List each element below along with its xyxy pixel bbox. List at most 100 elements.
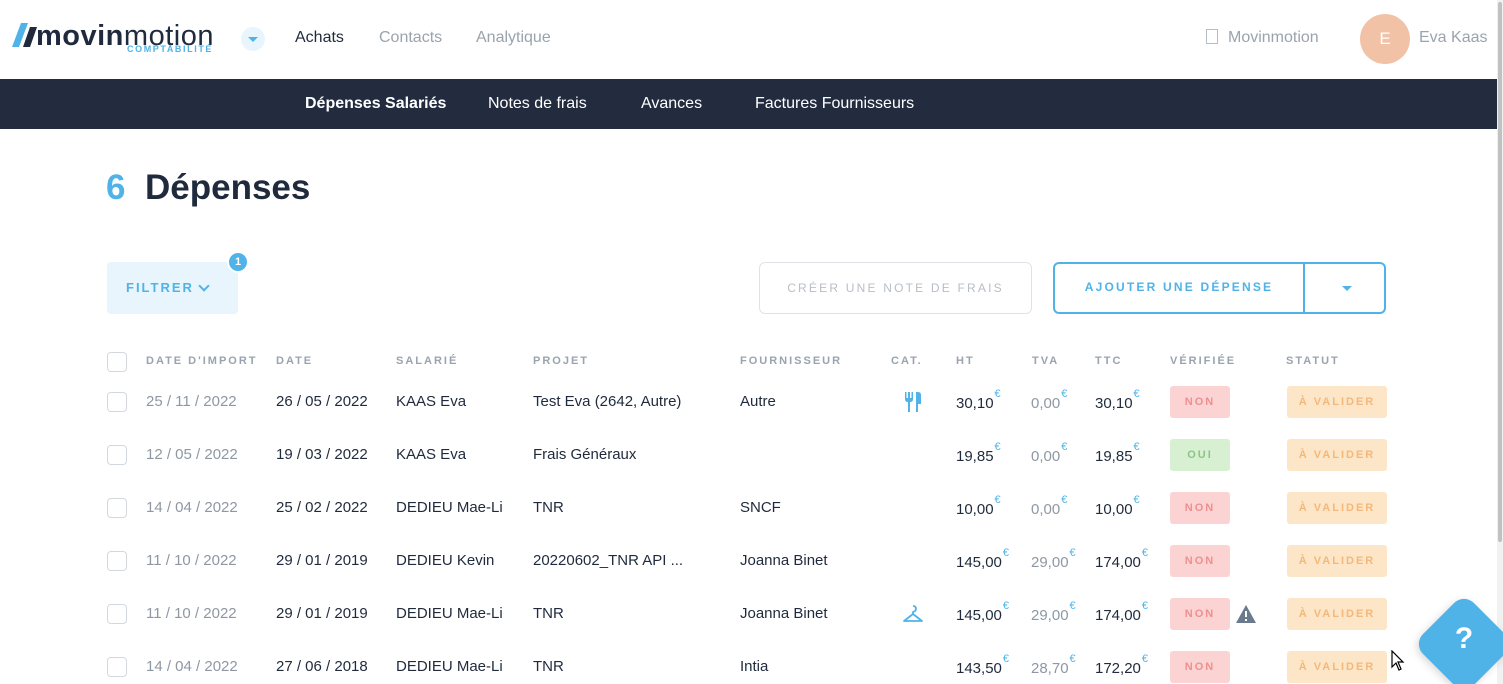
col-status[interactable]: STATUT	[1286, 355, 1340, 367]
project-cell: Frais Généraux	[533, 446, 637, 463]
filter-label: FILTRER	[126, 280, 194, 295]
button-divider	[1303, 264, 1305, 312]
verified-badge[interactable]: NON	[1170, 492, 1230, 524]
import-date-cell: 11 / 10 / 2022	[146, 552, 237, 569]
supplier-cell: Intia	[740, 658, 769, 675]
subnav-depenses-salaries[interactable]: Dépenses Salariés	[305, 95, 446, 113]
avatar[interactable]: E	[1360, 14, 1410, 64]
col-project[interactable]: PROJET	[533, 355, 589, 367]
logo-subtitle: COMPTABILITÉ	[127, 44, 214, 54]
ht-amount: 19,85€	[956, 441, 1001, 465]
status-badge[interactable]: À VALIDER	[1287, 598, 1387, 630]
add-expense-button[interactable]: AJOUTER UNE DÉPENSE	[1053, 262, 1386, 314]
fork-knife-icon	[905, 392, 921, 412]
col-supplier[interactable]: FOURNISSEUR	[740, 355, 842, 367]
create-expense-report-label: CRÉER UNE NOTE DE FRAIS	[787, 281, 1004, 295]
col-ttc[interactable]: TTC	[1095, 355, 1122, 367]
supplier-cell: SNCF	[740, 499, 781, 516]
company-name: Movinmotion	[1228, 29, 1319, 46]
tva-amount: 0,00€	[1031, 494, 1068, 518]
col-verified[interactable]: VÉRIFIÉE	[1170, 355, 1236, 367]
topnav-analytique[interactable]: Analytique	[476, 29, 551, 47]
ht-amount: 143,50€	[956, 653, 1010, 677]
hanger-icon	[903, 605, 923, 622]
ht-amount: 10,00€	[956, 494, 1001, 518]
employee-cell: KAAS Eva	[396, 446, 467, 463]
tva-amount: 29,00€	[1031, 600, 1076, 624]
filter-count-badge: 1	[227, 251, 249, 273]
col-category[interactable]: CAT.	[891, 355, 923, 367]
project-cell: 20220602_TNR API ...	[533, 552, 684, 569]
date-cell: 27 / 06 / 2018	[276, 658, 368, 675]
tva-amount: 29,00€	[1031, 547, 1076, 571]
ht-amount: 145,00€	[956, 547, 1010, 571]
subnav-notes-de-frais[interactable]: Notes de frais	[488, 95, 587, 113]
date-cell: 26 / 05 / 2022	[276, 393, 368, 410]
row-checkbox[interactable]	[107, 551, 127, 571]
verified-badge[interactable]: NON	[1170, 386, 1230, 418]
import-date-cell: 14 / 04 / 2022	[146, 499, 238, 516]
select-all-checkbox[interactable]	[107, 352, 127, 372]
verified-badge[interactable]: NON	[1170, 651, 1230, 683]
topnav-contacts[interactable]: Contacts	[379, 29, 442, 47]
status-badge[interactable]: À VALIDER	[1287, 386, 1387, 418]
scrollbar-thumb[interactable]	[1498, 2, 1502, 542]
topnav-achats[interactable]: Achats	[295, 29, 344, 47]
add-expense-label: AJOUTER UNE DÉPENSE	[1084, 280, 1274, 294]
supplier-cell: Joanna Binet	[740, 605, 828, 622]
building-icon	[1206, 29, 1218, 44]
logo[interactable]: movinmotion COMPTABILITÉ	[12, 20, 217, 58]
ttc-amount: 172,20€	[1095, 653, 1149, 677]
date-cell: 25 / 02 / 2022	[276, 499, 368, 516]
project-cell: TNR	[533, 605, 564, 622]
warning-icon[interactable]	[1235, 604, 1257, 624]
col-import-date[interactable]: DATE D'IMPORT	[146, 355, 258, 367]
create-expense-report-button[interactable]: CRÉER UNE NOTE DE FRAIS	[759, 262, 1032, 314]
import-date-cell: 14 / 04 / 2022	[146, 658, 238, 675]
ttc-amount: 10,00€	[1095, 494, 1140, 518]
col-employee[interactable]: SALARIÉ	[396, 355, 458, 367]
row-checkbox[interactable]	[107, 657, 127, 677]
verified-badge[interactable]: OUI	[1170, 439, 1230, 471]
col-ht[interactable]: HT	[956, 355, 975, 367]
col-date[interactable]: DATE	[276, 355, 313, 367]
verified-badge[interactable]: NON	[1170, 598, 1230, 630]
status-badge[interactable]: À VALIDER	[1287, 439, 1387, 471]
import-date-cell: 11 / 10 / 2022	[146, 605, 237, 622]
col-tva[interactable]: TVA	[1032, 355, 1059, 367]
user-name[interactable]: Eva Kaas	[1419, 29, 1487, 47]
row-checkbox[interactable]	[107, 498, 127, 518]
ttc-amount: 174,00€	[1095, 547, 1149, 571]
employee-cell: DEDIEU Mae-Li	[396, 658, 503, 675]
project-cell: TNR	[533, 499, 564, 516]
employee-cell: DEDIEU Mae-Li	[396, 499, 503, 516]
filter-button[interactable]: FILTRER	[107, 262, 238, 314]
tva-amount: 0,00€	[1031, 441, 1068, 465]
verified-badge[interactable]: NON	[1170, 545, 1230, 577]
ht-amount: 30,10€	[956, 388, 1001, 412]
row-checkbox[interactable]	[107, 392, 127, 412]
chevron-down-icon[interactable]	[1342, 286, 1352, 291]
status-badge[interactable]: À VALIDER	[1287, 492, 1387, 524]
chevron-down-icon	[198, 280, 210, 292]
status-badge[interactable]: À VALIDER	[1287, 651, 1387, 683]
import-date-cell: 12 / 05 / 2022	[146, 446, 238, 463]
status-badge[interactable]: À VALIDER	[1287, 545, 1387, 577]
row-checkbox[interactable]	[107, 604, 127, 624]
company-selector[interactable]: Movinmotion	[1206, 29, 1319, 47]
help-icon[interactable]: ?	[1428, 622, 1500, 656]
employee-cell: DEDIEU Mae-Li	[396, 605, 503, 622]
app-switcher-button[interactable]	[241, 27, 265, 51]
row-checkbox[interactable]	[107, 445, 127, 465]
date-cell: 19 / 03 / 2022	[276, 446, 368, 463]
sub-nav: Dépenses Salariés Notes de frais Avances…	[0, 79, 1497, 129]
subnav-factures-fournisseurs[interactable]: Factures Fournisseurs	[755, 95, 914, 113]
project-cell: Test Eva (2642, Autre)	[533, 393, 682, 410]
employee-cell: DEDIEU Kevin	[396, 552, 495, 569]
page-title: Dépenses	[145, 168, 311, 207]
subnav-avances[interactable]: Avances	[641, 95, 702, 113]
tva-amount: 28,70€	[1031, 653, 1076, 677]
top-bar: movinmotion COMPTABILITÉ Achats Contacts…	[0, 0, 1503, 79]
expense-count: 6	[106, 168, 126, 207]
employee-cell: KAAS Eva	[396, 393, 467, 410]
